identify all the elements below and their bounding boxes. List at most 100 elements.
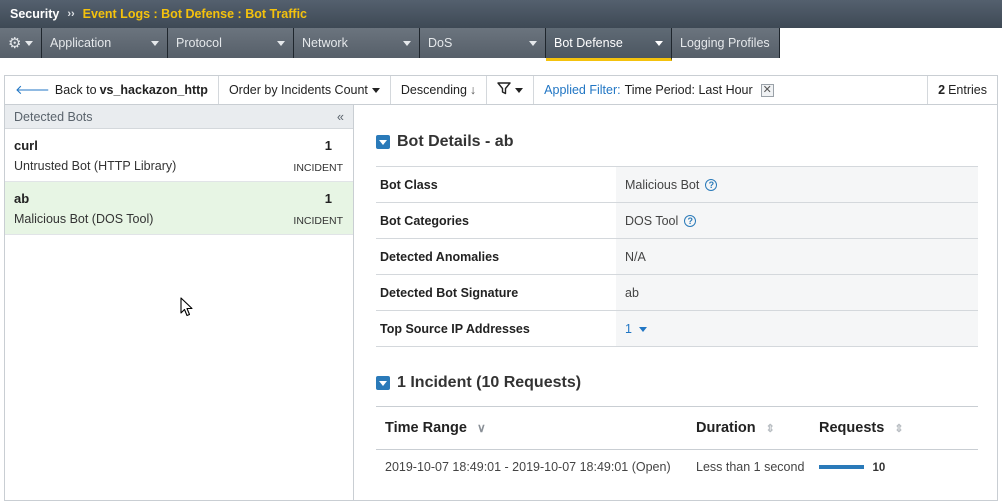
- column-duration[interactable]: Duration ⇕: [696, 420, 819, 436]
- filter-dropdown[interactable]: [487, 76, 535, 104]
- source-ip-dropdown[interactable]: 1: [625, 321, 648, 336]
- gear-menu-button[interactable]: ⚙: [0, 28, 42, 58]
- main-tab-bar: ⚙ Application Protocol Network DoS Bot D…: [0, 28, 1002, 61]
- chevron-down-icon: [639, 326, 648, 332]
- breadcrumb-root[interactable]: Security: [10, 7, 59, 21]
- tab-label: DoS: [428, 36, 453, 50]
- entries-number: 2: [938, 83, 946, 97]
- entries-label: Entries: [948, 83, 987, 97]
- detail-label: Top Source IP Addresses: [380, 321, 530, 336]
- bot-name: curl: [14, 138, 38, 153]
- chevron-down-icon: [403, 40, 411, 46]
- bot-signature-value: ab: [625, 285, 639, 300]
- sort-descending-icon: ∨: [476, 421, 486, 435]
- incident-count: 1: [324, 138, 332, 153]
- sort-icon: ⇕: [765, 423, 775, 435]
- applied-filter-label: Applied Filter:: [544, 83, 621, 97]
- filter-icon: [497, 82, 511, 98]
- tab-network[interactable]: Network: [294, 28, 420, 58]
- tab-label: Logging Profiles: [680, 36, 770, 50]
- breadcrumb-path: Event Logs : Bot Defense : Bot Traffic: [82, 7, 308, 21]
- detail-row: Detected Bot Signature ab: [376, 275, 978, 311]
- requests-count: 10: [872, 461, 886, 474]
- collapse-panel-icon[interactable]: «: [337, 110, 344, 124]
- tab-dos[interactable]: DoS: [420, 28, 546, 58]
- duration-cell: Less than 1 second: [696, 459, 805, 474]
- breadcrumb: Security ›› Event Logs : Bot Defense : B…: [0, 0, 1002, 28]
- tab-label: Network: [302, 36, 348, 50]
- help-icon[interactable]: ?: [705, 178, 718, 191]
- applied-filter-value: Time Period: Last Hour: [624, 83, 753, 97]
- chevron-down-icon: [655, 40, 663, 46]
- entries-count: 2 Entries: [927, 76, 997, 104]
- tab-protocol[interactable]: Protocol: [168, 28, 294, 58]
- incident-unit: INCIDENT: [293, 162, 343, 174]
- bot-details-section-toggle[interactable]: Bot Details - ab: [376, 133, 513, 151]
- incident-unit: INCIDENT: [293, 215, 343, 227]
- incidents-section-toggle[interactable]: 1 Incident (10 Requests): [376, 374, 581, 392]
- chevron-down-icon: [151, 40, 159, 46]
- breadcrumb-separator: ››: [67, 8, 75, 20]
- detail-row: Bot Class Malicious Bot ?: [376, 167, 978, 203]
- detail-value: ab: [616, 275, 978, 310]
- requests-bar: [819, 465, 864, 470]
- applied-filter: Applied Filter: Time Period: Last Hour ✕: [534, 76, 784, 104]
- detail-row: Top Source IP Addresses 1: [376, 311, 978, 347]
- bot-name: ab: [14, 191, 30, 206]
- back-link[interactable]: 🡐 Back to vs_hackazon_http: [5, 76, 219, 104]
- tab-logging-profiles[interactable]: Logging Profiles: [672, 28, 780, 58]
- detail-label: Bot Class: [380, 177, 438, 192]
- detail-label: Bot Categories: [380, 213, 469, 228]
- source-ip-count: 1: [625, 321, 632, 336]
- chevron-down-icon: [277, 40, 285, 46]
- detected-anomalies-value: N/A: [625, 249, 646, 264]
- detail-row: Detected Anomalies N/A: [376, 239, 978, 275]
- bot-categories-value: DOS Tool: [625, 213, 679, 228]
- chevron-down-icon: [529, 40, 537, 46]
- content-area: Detected Bots « curl Untrusted Bot (HTTP…: [4, 104, 998, 501]
- back-target: vs_hackazon_http: [99, 83, 208, 97]
- sort-direction-label: Descending: [400, 83, 467, 97]
- detail-label: Detected Bot Signature: [380, 285, 519, 300]
- order-by-label: Order by Incidents Count: [228, 83, 368, 97]
- detail-row: Bot Categories DOS Tool ?: [376, 203, 978, 239]
- arrow-left-icon: 🡐: [15, 82, 50, 97]
- detail-value: Malicious Bot ?: [616, 167, 978, 202]
- requests-cell: 10: [819, 460, 978, 474]
- table-header: Time Range ∨ Duration ⇕ Requests ⇕: [376, 407, 978, 450]
- mouse-cursor-icon: [180, 297, 193, 317]
- tab-application[interactable]: Application: [42, 28, 168, 58]
- order-by-dropdown[interactable]: Order by Incidents Count: [219, 76, 391, 104]
- gear-icon: ⚙: [8, 35, 22, 52]
- help-icon[interactable]: ?: [684, 214, 697, 227]
- time-range-cell: 2019-10-07 18:49:01 - 2019-10-07 18:49:0…: [385, 459, 671, 474]
- incident-count: 1: [324, 191, 332, 206]
- incidents-table: Time Range ∨ Duration ⇕ Requests ⇕ 2019-…: [376, 406, 978, 483]
- toolbar: 🡐 Back to vs_hackazon_http Order by Inci…: [4, 75, 998, 104]
- bot-details-panel: Bot Details - ab Bot Class Malicious Bot…: [355, 105, 997, 500]
- column-label: Duration: [696, 420, 756, 436]
- column-label: Time Range: [385, 420, 467, 436]
- tab-label: Bot Defense: [554, 36, 623, 50]
- sort-icon: ⇕: [894, 423, 904, 435]
- bot-details-table: Bot Class Malicious Bot ? Bot Categories…: [376, 166, 978, 347]
- collapse-toggle-icon: [376, 135, 390, 149]
- tab-label: Application: [50, 36, 112, 50]
- remove-filter-icon[interactable]: ✕: [760, 83, 774, 97]
- column-requests[interactable]: Requests ⇕: [819, 420, 978, 436]
- column-time-range[interactable]: Time Range ∨: [376, 420, 696, 436]
- bot-class-value: Malicious Bot: [625, 177, 700, 192]
- detected-bots-header: Detected Bots «: [5, 105, 353, 129]
- detected-bots-title: Detected Bots: [14, 109, 93, 124]
- bot-list-item-curl[interactable]: curl Untrusted Bot (HTTP Library) 1 INCI…: [5, 129, 353, 182]
- chevron-down-icon: [515, 87, 524, 93]
- chevron-down-icon: [371, 87, 380, 93]
- tab-bot-defense[interactable]: Bot Defense: [546, 28, 672, 61]
- bot-details-title: Bot Details - ab: [397, 133, 514, 150]
- bot-list-item-ab[interactable]: ab Malicious Bot (DOS Tool) 1 INCIDENT: [5, 182, 353, 235]
- detail-value: DOS Tool ?: [616, 203, 978, 238]
- table-row[interactable]: 2019-10-07 18:49:01 - 2019-10-07 18:49:0…: [376, 450, 978, 483]
- sort-direction-button[interactable]: Descending ↓: [391, 76, 488, 104]
- incidents-title: 1 Incident (10 Requests): [397, 374, 582, 391]
- collapse-toggle-icon: [376, 376, 390, 390]
